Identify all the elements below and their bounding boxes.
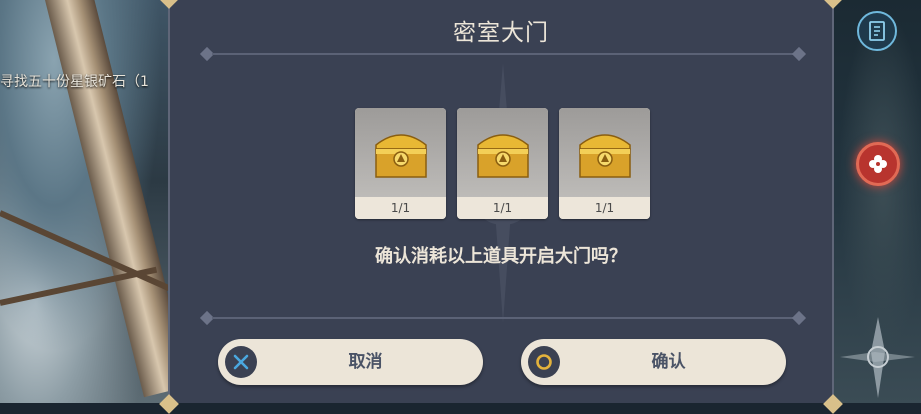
- confirm-question: 确认消耗以上道具开启大门吗？: [375, 246, 627, 267]
- cancel-x-icon: [225, 346, 257, 378]
- four-leaf-alert-icon: [869, 155, 887, 173]
- item-art: [457, 108, 548, 197]
- quest-button[interactable]: [857, 11, 897, 51]
- item-count: 1/1: [355, 197, 446, 219]
- confirm-circle-icon: [528, 346, 560, 378]
- confirm-button-label: 确认: [651, 352, 686, 372]
- item-card[interactable]: 1/1: [559, 108, 650, 219]
- quest-book-icon: [869, 21, 885, 41]
- top-divider: [199, 46, 807, 62]
- golden-chest-icon: [578, 133, 631, 178]
- item-card[interactable]: 1/1: [457, 108, 548, 219]
- cancel-button[interactable]: 取消: [218, 339, 483, 385]
- alert-button[interactable]: [856, 142, 900, 186]
- bottom-divider: [199, 310, 807, 326]
- door-confirm-dialog: 密室大门 1/1 1/1 1/1 确认消耗以上道具开启大门吗？ 取消 确认: [159, 0, 843, 414]
- item-card[interactable]: 1/1: [355, 108, 446, 219]
- confirm-button[interactable]: 确认: [521, 339, 786, 385]
- item-count: 1/1: [457, 197, 548, 219]
- compass-icon[interactable]: [835, 312, 921, 403]
- item-art: [355, 108, 446, 197]
- golden-chest-icon: [476, 133, 529, 178]
- cancel-button-label: 取消: [348, 352, 383, 372]
- golden-chest-icon: [374, 133, 427, 178]
- item-art: [559, 108, 650, 197]
- dialog-title: 密室大门: [453, 20, 549, 46]
- scene-left-background: [0, 0, 191, 403]
- required-items-list: 1/1 1/1 1/1: [355, 108, 650, 219]
- quest-tracker-text[interactable]: 寻找五十份星银矿石（1: [0, 71, 149, 91]
- item-count: 1/1: [559, 197, 650, 219]
